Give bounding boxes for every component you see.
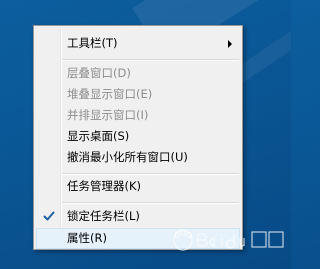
menu-item-label: 撤消最小化所有窗口(U) (67, 150, 188, 164)
menu-item-label: 显示桌面(S) (67, 129, 130, 143)
menu-item-task-manager[interactable]: 任务管理器(K) (36, 176, 240, 197)
menu-item-lock-taskbar[interactable]: 锁定任务栏(L) (36, 206, 240, 227)
menu-item-label: 堆叠显示窗口(E) (67, 87, 153, 101)
menu-item-toolbars[interactable]: 工具栏(T) (36, 33, 240, 54)
menu-item-label: 属性(R) (67, 231, 107, 245)
taskbar-context-menu: 工具栏(T) 层叠窗口(D) 堆叠显示窗口(E) 并排显示窗口(I) 显示桌面(… (33, 25, 243, 250)
menu-item-label: 工具栏(T) (67, 36, 118, 50)
menu-item-label: 锁定任务栏(L) (67, 209, 140, 223)
menu-item-side-by-side-windows[interactable]: 并排显示窗口(I) (36, 105, 240, 126)
menu-separator (62, 59, 239, 61)
menu-item-show-desktop[interactable]: 显示桌面(S) (36, 126, 240, 147)
menu-separator (62, 173, 239, 175)
baidu-jingyan-watermark (168, 226, 288, 254)
baidu-logo-icon (173, 229, 284, 251)
menu-item-label: 并排显示窗口(I) (67, 108, 149, 122)
menu-separator (62, 202, 239, 204)
menu-item-label: 层叠窗口(D) (67, 66, 131, 80)
menu-item-cascade-windows[interactable]: 层叠窗口(D) (36, 63, 240, 84)
submenu-arrow-icon (228, 40, 232, 48)
menu-item-undo-minimize-all[interactable]: 撤消最小化所有窗口(U) (36, 147, 240, 168)
menu-item-stack-windows[interactable]: 堆叠显示窗口(E) (36, 84, 240, 105)
menu-item-label: 任务管理器(K) (67, 179, 142, 193)
checkmark-icon (43, 211, 55, 221)
